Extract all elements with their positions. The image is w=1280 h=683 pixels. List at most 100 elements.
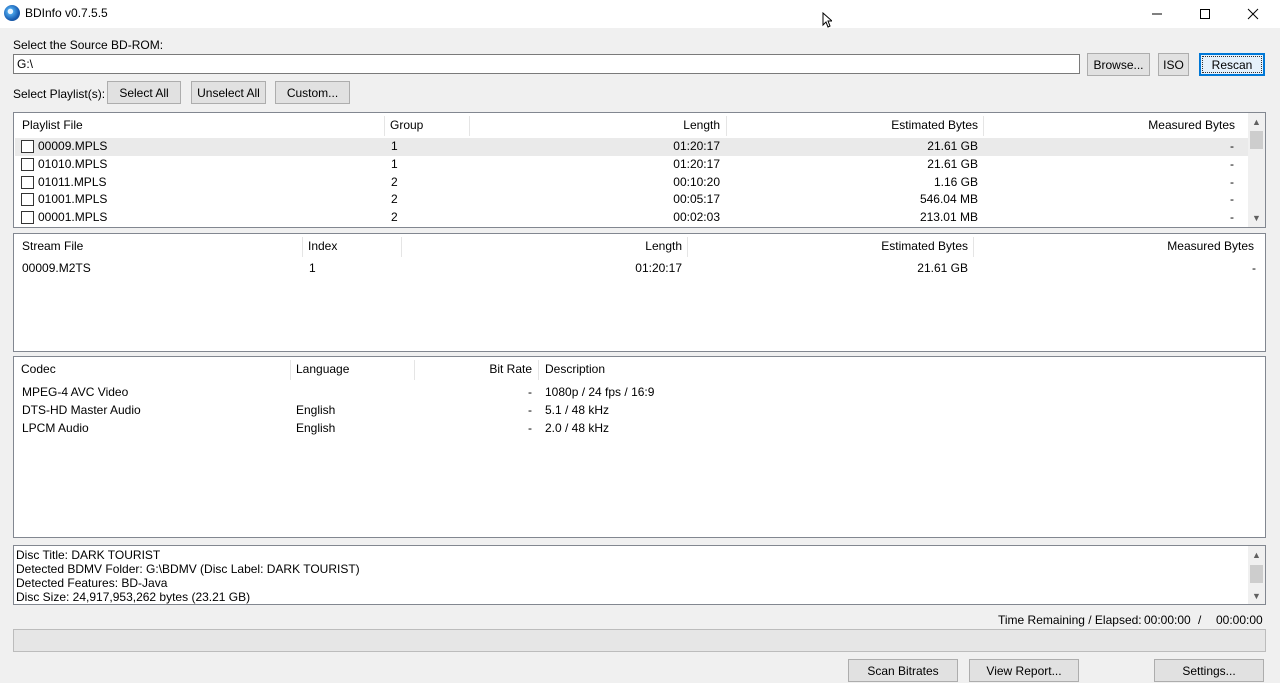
minimize-icon (1152, 13, 1162, 15)
log-line: Detected BDMV Folder: G:\BDMV (Disc Labe… (16, 562, 360, 576)
playlist-checkbox[interactable] (21, 211, 34, 224)
playlist-measured: - (1230, 139, 1234, 153)
custom-button[interactable]: Custom... (275, 81, 350, 104)
playlist-file[interactable]: 00009.MPLS (38, 138, 107, 155)
playlist-estimated: 213.01 MB (919, 210, 978, 224)
time-remaining-label: Time Remaining / Elapsed: (998, 613, 1142, 627)
codec-description: 1080p / 24 fps / 16:9 (545, 385, 655, 399)
codec-language: English (296, 403, 336, 417)
codec-description: 5.1 / 48 kHz (545, 403, 610, 417)
playlist-length: 00:05:17 (673, 192, 720, 206)
header-length[interactable]: Length (406, 234, 682, 258)
codec-description: 2.0 / 48 kHz (545, 421, 610, 435)
playlist-estimated: 21.61 GB (927, 157, 978, 171)
header-playlist-file[interactable]: Playlist File (22, 113, 382, 137)
scroll-down-icon[interactable]: ▼ (1248, 587, 1265, 604)
playlist-table: Playlist File Group Length Estimated Byt… (13, 112, 1266, 228)
maximize-icon (1200, 9, 1210, 19)
header-group[interactable]: Group (390, 113, 470, 137)
scan-progress-bar (13, 629, 1266, 652)
playlist-checkbox[interactable] (21, 176, 34, 189)
settings-button[interactable]: Settings... (1154, 659, 1264, 682)
codec-language: English (296, 421, 336, 435)
playlist-checkbox[interactable] (21, 158, 34, 171)
stream-index: 1 (309, 261, 316, 275)
select-playlists-label: Select Playlist(s): (13, 87, 106, 101)
codec-bitrate: - (528, 421, 532, 435)
playlist-length: 01:20:17 (673, 157, 720, 171)
log-scrollbar[interactable]: ▲ ▼ (1248, 546, 1265, 604)
header-language[interactable]: Language (296, 357, 416, 381)
codec-name[interactable]: DTS-HD Master Audio (22, 402, 141, 419)
header-estimated-bytes[interactable]: Estimated Bytes (692, 234, 968, 258)
time-elapsed-value: 00:00:00 (1216, 613, 1263, 627)
stream-measured: - (1252, 261, 1256, 275)
select-all-button[interactable]: Select All (107, 81, 181, 104)
source-path-input[interactable]: G:\ (13, 54, 1080, 74)
playlist-checkbox[interactable] (21, 193, 34, 206)
scroll-down-icon[interactable]: ▼ (1248, 209, 1265, 226)
playlist-file[interactable]: 01001.MPLS (38, 191, 107, 208)
playlist-estimated: 21.61 GB (927, 139, 978, 153)
header-bit-rate[interactable]: Bit Rate (419, 357, 532, 381)
log-line: Disc Size: 24,917,953,262 bytes (23.21 G… (16, 590, 251, 604)
log-line: Disc Title: DARK TOURIST (16, 548, 161, 562)
scan-bitrates-button[interactable]: Scan Bitrates (848, 659, 958, 682)
scroll-up-icon[interactable]: ▲ (1248, 546, 1265, 563)
playlist-length: 00:02:03 (673, 210, 720, 224)
source-label: Select the Source BD-ROM: (13, 38, 164, 52)
window-title: BDInfo v0.7.5.5 (25, 6, 108, 20)
header-index[interactable]: Index (308, 234, 398, 258)
stream-file[interactable]: 00009.M2TS (22, 260, 91, 277)
header-length[interactable]: Length (474, 113, 720, 137)
playlist-length: 00:10:20 (673, 175, 720, 189)
log-line: Detected Features: BD-Java (16, 576, 168, 590)
playlist-group: 1 (391, 139, 398, 153)
codec-bitrate: - (528, 385, 532, 399)
playlist-group: 2 (391, 175, 398, 189)
playlist-group: 2 (391, 192, 398, 206)
playlist-measured: - (1230, 175, 1234, 189)
playlist-file[interactable]: 01011.MPLS (38, 174, 107, 191)
header-description[interactable]: Description (545, 357, 845, 381)
codec-name[interactable]: MPEG-4 AVC Video (22, 384, 128, 401)
scrollbar-thumb[interactable] (1250, 565, 1263, 583)
header-estimated-bytes[interactable]: Estimated Bytes (730, 113, 978, 137)
playlist-estimated: 1.16 GB (933, 175, 978, 189)
rescan-button[interactable]: Rescan (1199, 53, 1265, 76)
playlist-checkbox[interactable] (21, 140, 34, 153)
maximize-button[interactable] (1182, 0, 1228, 28)
header-measured-bytes[interactable]: Measured Bytes (988, 113, 1235, 137)
codec-name[interactable]: LPCM Audio (22, 420, 89, 437)
mouse-cursor-icon (822, 12, 832, 28)
playlist-file[interactable]: 00001.MPLS (38, 209, 107, 226)
playlist-group: 2 (391, 210, 398, 224)
codec-bitrate: - (528, 403, 532, 417)
bdinfo-app-icon (4, 5, 20, 21)
header-measured-bytes[interactable]: Measured Bytes (978, 234, 1254, 258)
playlist-scrollbar[interactable]: ▲ ▼ (1248, 113, 1265, 227)
close-icon (1247, 8, 1259, 20)
disc-info-log[interactable]: Disc Title: DARK TOURIST Detected BDMV F… (13, 545, 1266, 605)
scrollbar-thumb[interactable] (1250, 131, 1263, 149)
view-report-button[interactable]: View Report... (969, 659, 1079, 682)
header-codec[interactable]: Codec (21, 357, 291, 381)
playlist-measured: - (1230, 157, 1234, 171)
unselect-all-button[interactable]: Unselect All (191, 81, 266, 104)
minimize-button[interactable] (1134, 0, 1180, 28)
iso-button[interactable]: ISO (1158, 53, 1189, 76)
title-bar: BDInfo v0.7.5.5 (0, 0, 1280, 28)
stream-estimated: 21.61 GB (917, 261, 968, 275)
playlist-file[interactable]: 01010.MPLS (38, 156, 107, 173)
playlist-measured: - (1230, 210, 1234, 224)
playlist-measured: - (1230, 192, 1234, 206)
scroll-up-icon[interactable]: ▲ (1248, 113, 1265, 130)
time-separator: / (1198, 613, 1202, 627)
browse-button[interactable]: Browse... (1087, 53, 1150, 76)
close-button[interactable] (1230, 0, 1276, 28)
codec-table: Codec Language Bit Rate Description MPEG… (13, 356, 1266, 538)
header-stream-file[interactable]: Stream File (22, 234, 302, 258)
playlist-length: 01:20:17 (673, 139, 720, 153)
playlist-estimated: 546.04 MB (919, 192, 978, 206)
stream-length: 01:20:17 (635, 261, 682, 275)
